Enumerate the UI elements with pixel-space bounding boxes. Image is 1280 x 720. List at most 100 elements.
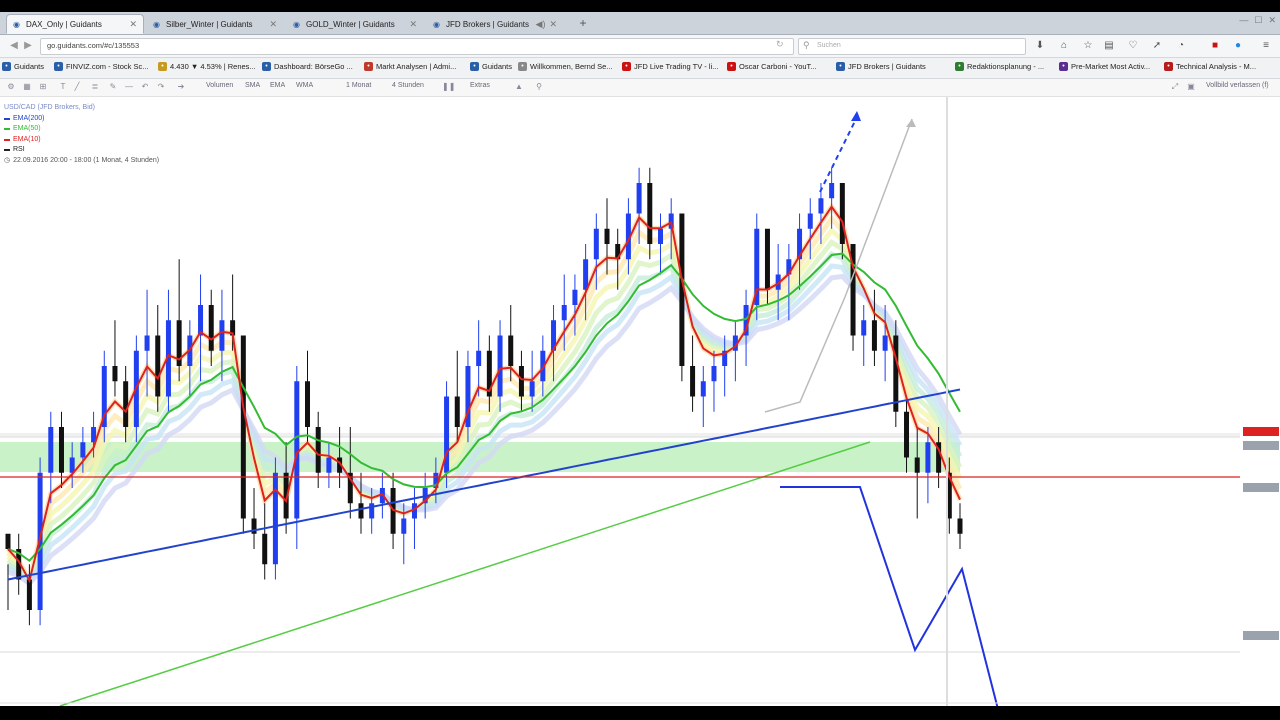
bookmark-item[interactable]: • FINVIZ.com - Stock Sc...	[54, 62, 149, 71]
toolbar-timeframe-range[interactable]: 1 Monat	[346, 82, 371, 89]
candle-body	[144, 335, 150, 351]
close-icon[interactable]: ✕	[129, 19, 137, 30]
bookmark-item[interactable]: • JFD Brokers | Guidants	[836, 62, 926, 71]
text-tool-icon[interactable]: T	[58, 82, 68, 92]
search-input[interactable]: ⚲ Suchen	[798, 38, 1026, 55]
chart-legend: USD/CAD (JFD Brokers, Bid) EMA(200) EMA(…	[4, 103, 159, 166]
toolbar-extras[interactable]: Extras	[470, 82, 490, 89]
redo-icon[interactable]: ↷	[156, 82, 166, 92]
extension-icon[interactable]: ◔	[1175, 40, 1187, 52]
maximize-icon[interactable]: ☐	[1254, 15, 1262, 26]
price-marker	[1243, 441, 1279, 450]
guidants-icon: ◉	[293, 19, 300, 29]
tab-label: DAX_Only | Guidants	[26, 19, 102, 29]
pocket-icon[interactable]: ♡	[1127, 40, 1139, 52]
candle-body	[647, 183, 653, 244]
bookmark-item[interactable]: • Oscar Carboni - YouT...	[727, 62, 817, 71]
bookmark-item[interactable]: • Redaktionsplanung - ...	[955, 62, 1044, 71]
arrow-icon[interactable]: ➔	[176, 82, 186, 92]
screenshot-icon[interactable]: ▣	[1186, 82, 1196, 92]
bookmark-item[interactable]: • Guidants	[470, 62, 512, 71]
bookmark-item[interactable]: • JFD Live Trading TV - li...	[622, 62, 718, 71]
adblock-icon[interactable]: ■	[1209, 40, 1221, 52]
guidants-icon: •	[2, 62, 11, 71]
new-tab-button[interactable]: +	[576, 16, 590, 30]
zoom-icon[interactable]: ⚲	[534, 82, 544, 92]
price-chart[interactable]	[0, 97, 1280, 706]
reload-icon[interactable]: ↻	[776, 39, 784, 50]
candle-body	[80, 442, 86, 458]
url-text: go.guidants.com/#c/135553	[47, 41, 140, 50]
candle-body	[807, 213, 813, 229]
alarm-icon[interactable]: ▲	[514, 82, 524, 92]
exit-fullscreen-label[interactable]: Vollbild verlassen (f)	[1206, 82, 1269, 89]
guidants-icon: •	[470, 62, 479, 71]
close-icon[interactable]: ✕	[549, 19, 557, 30]
bookmark-item[interactable]: • Willkommen, Bernd Se...	[518, 62, 613, 71]
layout-icon[interactable]: ▦	[22, 82, 32, 92]
toolbar-wma[interactable]: WMA	[296, 82, 313, 89]
bookmark-label: JFD Brokers | Guidants	[848, 62, 926, 71]
current-price-marker	[1243, 427, 1279, 436]
arrow-head-blue	[851, 111, 861, 121]
bookmark-item[interactable]: • Dashboard: BörseGo ...	[262, 62, 353, 71]
projection-zigzag	[780, 486, 999, 706]
pause-icon[interactable]: ❚❚	[442, 82, 455, 92]
bookmark-label: Guidants	[482, 62, 513, 71]
chart-area[interactable]: USD/CAD (JFD Brokers, Bid) EMA(200) EMA(…	[0, 97, 1280, 706]
candle-body	[690, 366, 696, 397]
download-icon[interactable]: ⬇	[1034, 40, 1046, 52]
candle-body	[219, 320, 225, 351]
bookmark-star-icon[interactable]: ☆	[1082, 40, 1094, 52]
browser-window: ◉ DAX_Only | Guidants ✕ ◉ Silber_Winter …	[0, 12, 1280, 706]
fibonacci-tool-icon[interactable]: ≣	[90, 82, 100, 92]
candle-body	[508, 335, 514, 366]
chart-toolbar: ⚙ ▦ ⊞ T ╱ ≣ ✎ — ↶ ↷ ➔ Volumen SMA EMA WM…	[0, 79, 1280, 97]
tab-dax-only[interactable]: ◉ DAX_Only | Guidants ✕	[6, 14, 144, 34]
close-icon[interactable]: ✕	[409, 19, 417, 30]
candle-body	[358, 503, 364, 519]
boersego-icon: •	[262, 62, 271, 71]
horizontal-line-icon[interactable]: —	[124, 82, 134, 92]
tab-jfd-brokers[interactable]: ◉ JFD Brokers | Guidants ◀) ✕	[426, 14, 564, 34]
bookmark-item[interactable]: • 4.430 ▼ 4.53% | Renes...	[158, 62, 256, 71]
projection-dashed	[819, 116, 858, 193]
tab-label: GOLD_Winter | Guidants	[306, 19, 395, 29]
back-arrow-icon[interactable]: ◀	[8, 40, 20, 52]
toolbar-sma[interactable]: SMA	[245, 82, 260, 89]
minimize-icon[interactable]: —	[1239, 15, 1248, 26]
candle-body	[240, 335, 246, 519]
menu-icon[interactable]: ≡	[1260, 40, 1272, 52]
toolbar-volumen[interactable]: Volumen	[206, 82, 233, 89]
speaker-icon[interactable]: ◀)	[536, 19, 546, 30]
library-icon[interactable]: ▤	[1103, 40, 1115, 52]
url-bar[interactable]: go.guidants.com/#c/135553	[40, 38, 794, 55]
bookmark-item[interactable]: • Guidants	[2, 62, 44, 71]
fullscreen-icon[interactable]: ⤢	[1170, 82, 1180, 92]
candle-body	[401, 518, 407, 534]
guidants-icon: ◉	[433, 19, 440, 29]
candle-body	[700, 381, 706, 397]
settings-icon[interactable]: ⚙	[6, 82, 16, 92]
ema200-line	[7, 388, 961, 581]
skype-icon[interactable]: ●	[1232, 40, 1244, 52]
bookmark-item[interactable]: • Technical Analysis - M...	[1164, 62, 1256, 71]
toolbar-ema[interactable]: EMA	[270, 82, 285, 89]
sheet-icon: •	[955, 62, 964, 71]
bookmark-item[interactable]: • Pre-Market Most Activ...	[1059, 62, 1150, 71]
trendline-tool-icon[interactable]: ╱	[72, 82, 82, 92]
forward-arrow-icon[interactable]: ▶	[22, 40, 34, 52]
bookmark-item[interactable]: • Markt Analysen | Admi...	[364, 62, 456, 71]
toolbar-timeframe-interval[interactable]: 4 Stunden	[392, 82, 424, 89]
candle-body	[369, 503, 375, 519]
close-icon[interactable]: ✕	[269, 19, 277, 30]
tab-silber-winter[interactable]: ◉ Silber_Winter | Guidants ✕	[146, 14, 284, 34]
undo-icon[interactable]: ↶	[140, 82, 150, 92]
close-window-icon[interactable]: ✕	[1268, 15, 1276, 26]
tab-gold-winter[interactable]: ◉ GOLD_Winter | Guidants ✕	[286, 14, 424, 34]
pen-tool-icon[interactable]: ✎	[108, 82, 118, 92]
home-icon[interactable]: ⌂	[1058, 40, 1070, 52]
navigation-bar: ◀ ▶ go.guidants.com/#c/135553 ↻ ⚲ Suchen…	[0, 35, 1280, 58]
grid-icon[interactable]: ⊞	[38, 82, 48, 92]
share-icon[interactable]: ➚	[1151, 40, 1163, 52]
